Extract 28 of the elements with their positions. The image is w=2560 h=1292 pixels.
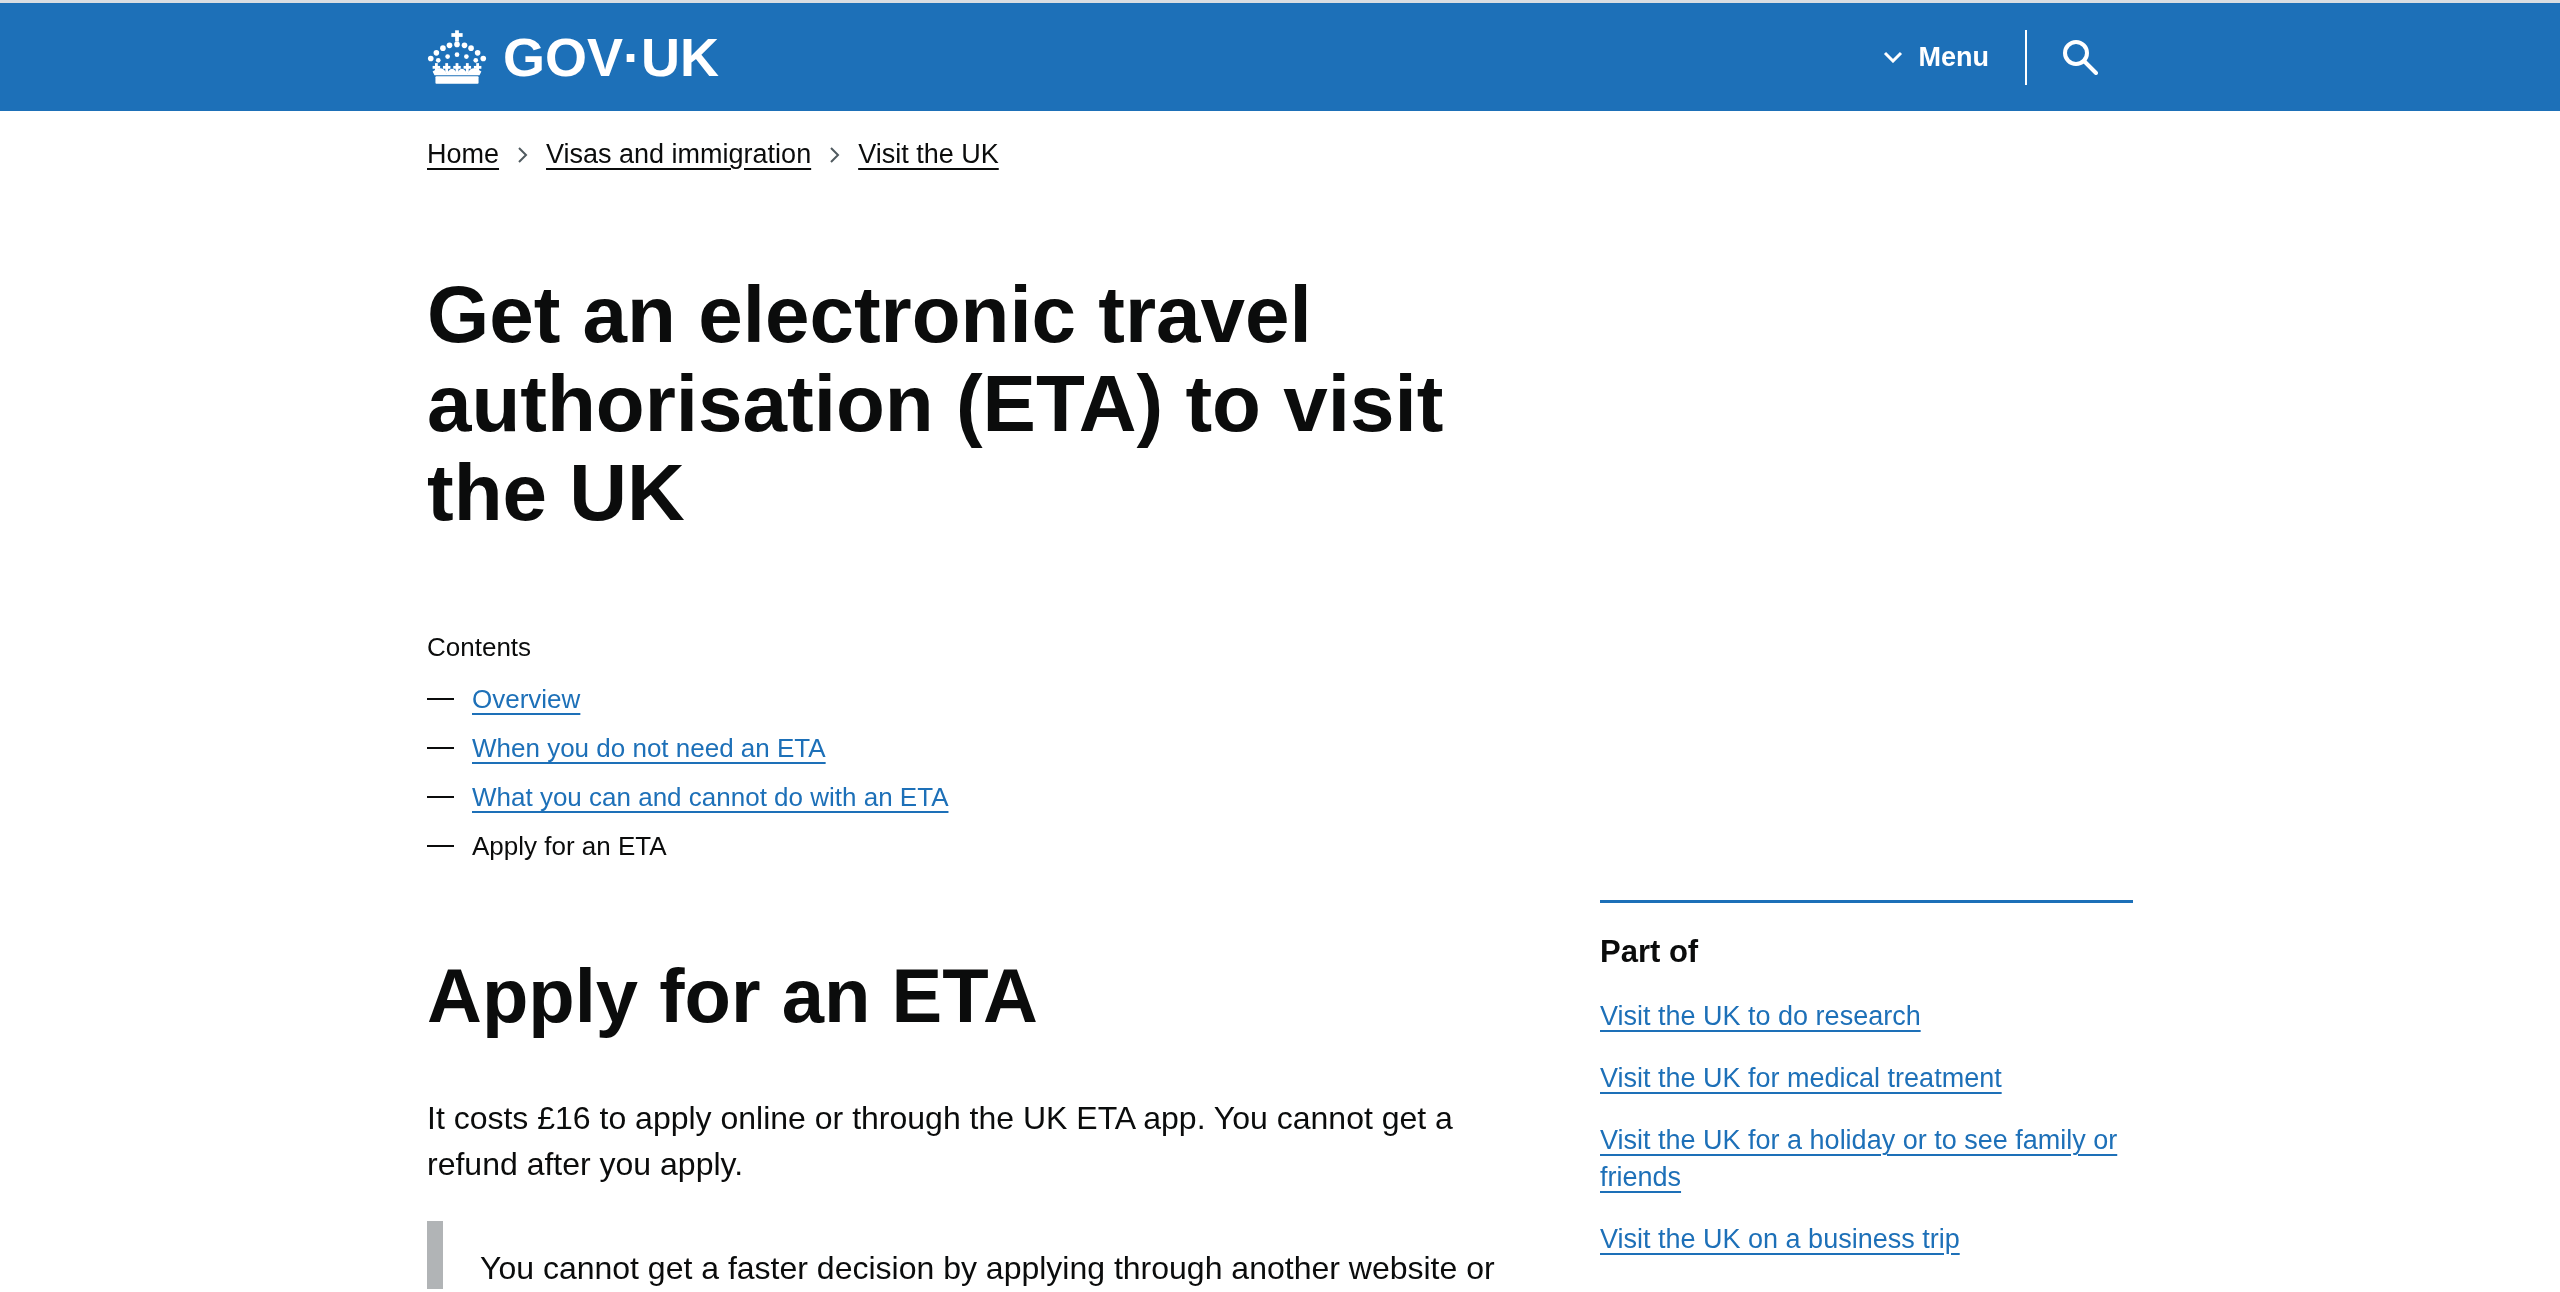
chevron-right-icon <box>829 145 841 164</box>
section-heading: Apply for an ETA <box>427 952 1039 1040</box>
logo-link[interactable]: GOV·UK <box>427 29 719 85</box>
crown-icon <box>427 29 487 85</box>
dash-icon <box>427 845 454 847</box>
related-link[interactable]: Visit the UK on a business trip <box>1600 1221 1960 1258</box>
chevron-right-icon <box>517 145 529 164</box>
chevron-down-icon <box>1882 51 1903 63</box>
related-link[interactable]: Visit the UK for a holiday or to see family or friends <box>1600 1122 2133 1196</box>
dash-icon <box>427 796 454 798</box>
contents-link[interactable]: What you can and cannot do with an ETA <box>472 778 949 816</box>
breadcrumb-link[interactable]: Visas and immigration <box>546 136 812 173</box>
contents-link[interactable]: Overview <box>472 680 581 718</box>
related-link[interactable]: Visit the UK to do research <box>1600 998 1921 1035</box>
breadcrumb-link[interactable]: Visit the UK <box>858 136 999 173</box>
contents-heading: Contents <box>427 631 533 664</box>
contents-link[interactable]: When you do not need an ETA <box>472 729 826 767</box>
body-paragraph: It costs £16 to apply online or through the UK ETA app. You cannot get a refund after you apply. <box>427 1099 1454 1184</box>
page-title: Get an electronic travel authorisation (ETA) to visit the UK <box>427 270 1445 537</box>
contents-current-text: Apply for an ETA <box>472 830 667 863</box>
related-heading: Part of <box>1600 933 1700 971</box>
menu-button[interactable]: Menu <box>1882 33 1989 81</box>
dash-icon <box>427 747 454 749</box>
related-link[interactable]: Visit the UK for medical treatment <box>1600 1060 2002 1097</box>
breadcrumb-link[interactable]: Home <box>427 136 500 173</box>
dash-icon <box>427 698 454 700</box>
inset-text: You cannot get a faster decision by applying through another website or <box>427 1221 1557 1289</box>
search-icon <box>2062 39 2098 75</box>
